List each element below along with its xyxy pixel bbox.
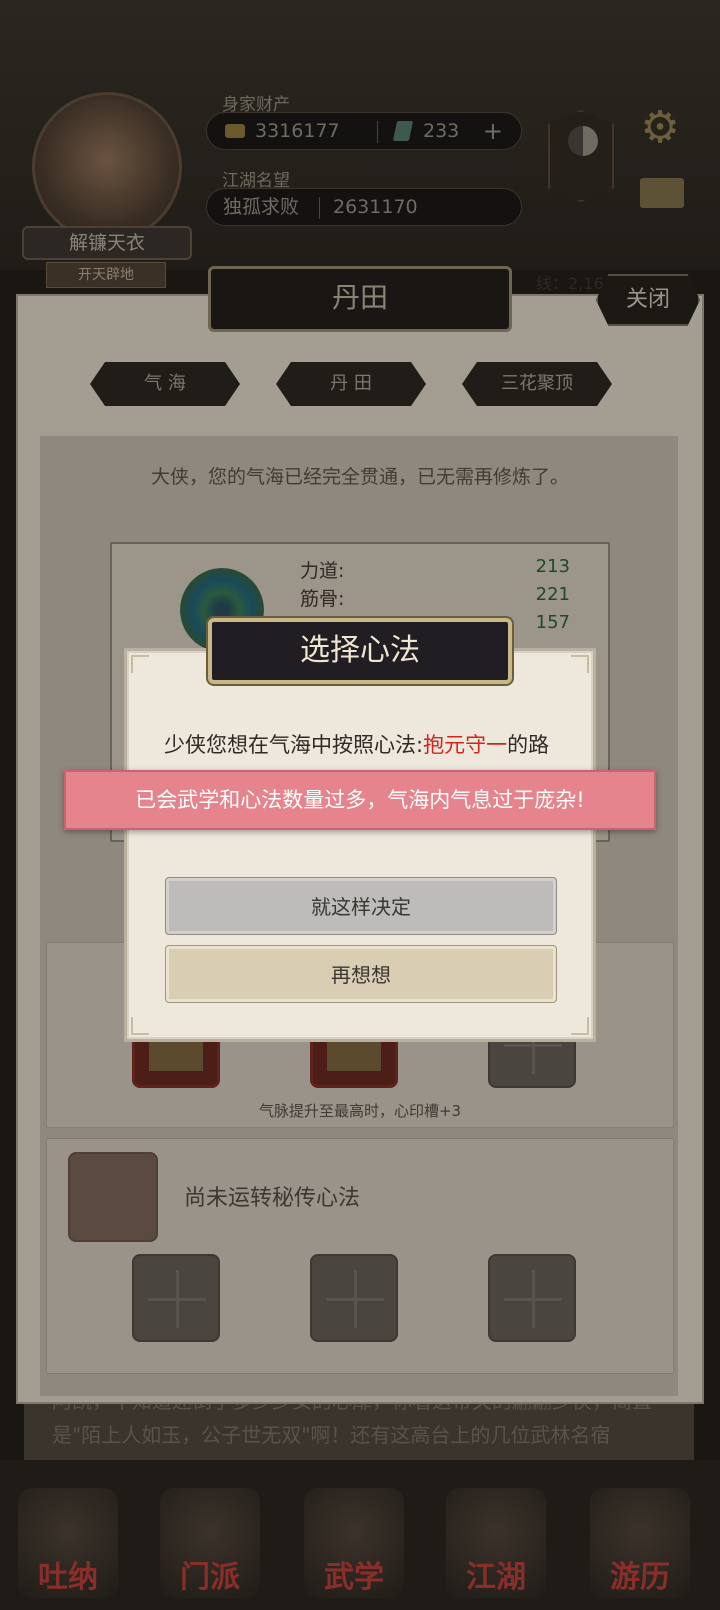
stat-value: 221 xyxy=(535,584,570,605)
stat-label: 筋骨: xyxy=(300,588,345,610)
player-name-plate: 解镰天衣 xyxy=(22,226,192,260)
stat-label: 力道: xyxy=(300,560,345,582)
secret-method-text: 尚未运转秘传心法 xyxy=(184,1186,361,1211)
close-button[interactable]: 关闭 xyxy=(596,274,700,326)
dialog-title: 选择心法 xyxy=(208,618,512,684)
empty-slot-plus-icon[interactable] xyxy=(132,1254,220,1342)
dialog-message-after: 的路 xyxy=(507,733,550,757)
cancel-button[interactable]: 再想想 xyxy=(166,946,556,1002)
corner-ornament xyxy=(131,1017,149,1035)
nav-label: 吐纳 xyxy=(38,1560,98,1595)
empty-slot-plus-icon[interactable] xyxy=(310,1254,398,1342)
gear-icon[interactable]: ⚙ xyxy=(638,106,682,150)
nav-item-menpai[interactable]: 门派 xyxy=(160,1488,260,1598)
nav-item-wuxue[interactable]: 武学 xyxy=(304,1488,404,1598)
yinyang-icon xyxy=(568,126,598,156)
nav-item-tuna[interactable]: 吐纳 xyxy=(18,1488,118,1598)
yinyang-badge[interactable] xyxy=(548,110,614,202)
tab-sanhua[interactable]: 三花聚顶 xyxy=(462,362,612,406)
dialog-message-before: 少侠您想在气海中按照心法: xyxy=(164,733,424,757)
empty-slot-plus-icon[interactable] xyxy=(488,1254,576,1342)
nav-label: 武学 xyxy=(324,1560,384,1595)
nav-label: 门派 xyxy=(180,1560,240,1595)
slot-hint: 气脉提升至最高时，心印槽+3 xyxy=(258,1102,462,1120)
corner-ornament xyxy=(131,655,149,673)
nav-label: 江湖 xyxy=(466,1560,526,1595)
divider xyxy=(319,197,320,219)
fame-value: 2631170 xyxy=(333,196,418,218)
method-name-highlight: 抱元守一 xyxy=(423,733,508,757)
wealth-bar: 3316177 233 + xyxy=(206,112,522,150)
player-realm-badge: 开天辟地 xyxy=(46,262,166,288)
bottom-nav: 吐纳 门派 武学 江湖 游历 xyxy=(0,1460,720,1610)
stat-value: 213 xyxy=(535,556,570,577)
nav-label: 游历 xyxy=(610,1560,670,1595)
nav-item-jianghu[interactable]: 江湖 xyxy=(446,1488,546,1598)
top-hud: 解镰天衣 开天辟地 身家财产 3316177 233 + 江湖名望 独孤求败 2… xyxy=(0,0,720,288)
qihai-status-text: 大侠，您的气海已经完全贯通，已无需再修炼了。 xyxy=(150,466,569,488)
fame-title: 独孤求败 xyxy=(223,196,300,218)
mail-icon[interactable] xyxy=(640,178,684,208)
corner-ornament xyxy=(571,1017,589,1035)
tab-dantian[interactable]: 丹 田 xyxy=(276,362,426,406)
divider xyxy=(377,121,378,143)
add-currency-icon[interactable]: + xyxy=(483,113,503,149)
jade-icon xyxy=(392,121,414,141)
corner-ornament xyxy=(571,655,589,673)
dialog-message: 少侠您想在气海中按照心法:抱元守一的路 xyxy=(164,728,564,762)
warning-toast: 已会武学和心法数量过多，气海内气息过于庞杂! xyxy=(64,770,656,830)
nav-item-youli[interactable]: 游历 xyxy=(590,1488,690,1598)
jade-count: 233 xyxy=(423,120,460,142)
coin-icon xyxy=(225,124,245,138)
coin-count: 3316177 xyxy=(255,120,340,142)
player-avatar[interactable] xyxy=(32,92,182,242)
secret-method-slot[interactable] xyxy=(68,1152,158,1242)
fame-bar: 独孤求败 2631170 xyxy=(206,188,522,226)
panel-title: 丹田 xyxy=(208,266,512,332)
tab-qihai[interactable]: 气 海 xyxy=(90,362,240,406)
confirm-button[interactable]: 就这样决定 xyxy=(166,878,556,934)
